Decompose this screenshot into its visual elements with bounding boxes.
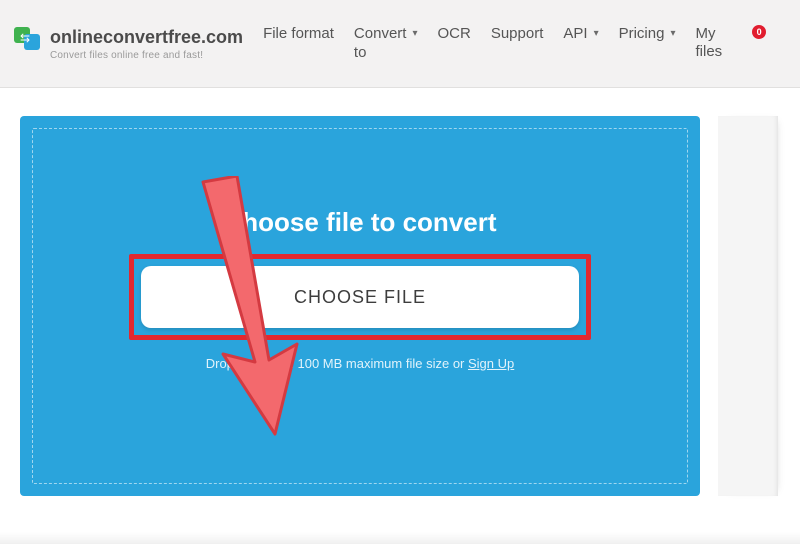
page-root: { "brand": { "name": "onlineconvertfree.… bbox=[0, 0, 800, 544]
upload-panel: Choose file to convert CHOOSE FILE Drop … bbox=[20, 116, 700, 496]
brand-text: onlineconvertfree.com Convert files onli… bbox=[50, 27, 243, 61]
nav-label: OCR bbox=[437, 25, 470, 42]
nav-label: My bbox=[695, 25, 722, 43]
nav-my-files[interactable]: My files bbox=[695, 25, 722, 61]
nav-label: API bbox=[563, 25, 587, 44]
upload-dropzone[interactable]: Choose file to convert CHOOSE FILE Drop … bbox=[32, 128, 688, 484]
nav-support[interactable]: Support bbox=[491, 25, 544, 44]
choose-file-button[interactable]: CHOOSE FILE bbox=[141, 266, 579, 328]
nav-label: to bbox=[354, 44, 418, 63]
upload-title: Choose file to convert bbox=[223, 207, 496, 238]
nav-label: Pricing bbox=[619, 25, 665, 44]
nav-ocr[interactable]: OCR bbox=[437, 25, 470, 44]
nav-pricing[interactable]: Pricing ▾ bbox=[619, 25, 676, 44]
chevron-down-icon: ▾ bbox=[670, 28, 675, 41]
side-panel bbox=[718, 116, 778, 496]
main: Choose file to convert CHOOSE FILE Drop … bbox=[0, 88, 800, 496]
signup-link[interactable]: Sign Up bbox=[468, 356, 514, 371]
nav-api[interactable]: API ▾ bbox=[563, 25, 598, 44]
nav-items: File format Convert ▾ to OCR Support API… bbox=[263, 25, 766, 63]
badge-value: 0 bbox=[757, 27, 762, 37]
top-nav: ⇆ onlineconvertfree.com Convert files on… bbox=[0, 0, 800, 88]
drop-hint-text: Drop files here. 100 MB maximum file siz… bbox=[206, 356, 468, 371]
nav-label: Support bbox=[491, 25, 544, 42]
nav-file-format[interactable]: File format bbox=[263, 25, 334, 44]
nav-label: File format bbox=[263, 25, 334, 44]
nav-label: files bbox=[695, 43, 722, 61]
choose-wrap: CHOOSE FILE bbox=[141, 266, 579, 328]
brand-tagline: Convert files online free and fast! bbox=[50, 50, 243, 61]
brand-name: onlineconvertfree.com bbox=[50, 27, 243, 48]
nav-label: Convert bbox=[354, 25, 407, 44]
chevron-down-icon: ▾ bbox=[594, 28, 599, 41]
brand[interactable]: ⇆ onlineconvertfree.com Convert files on… bbox=[14, 27, 243, 61]
nav-convert-to[interactable]: Convert ▾ to bbox=[354, 25, 418, 63]
drop-hint: Drop files here. 100 MB maximum file siz… bbox=[206, 356, 515, 371]
chevron-down-icon: ▾ bbox=[412, 28, 417, 41]
files-count-badge: 0 bbox=[752, 25, 766, 39]
logo-icon: ⇆ bbox=[14, 27, 42, 51]
